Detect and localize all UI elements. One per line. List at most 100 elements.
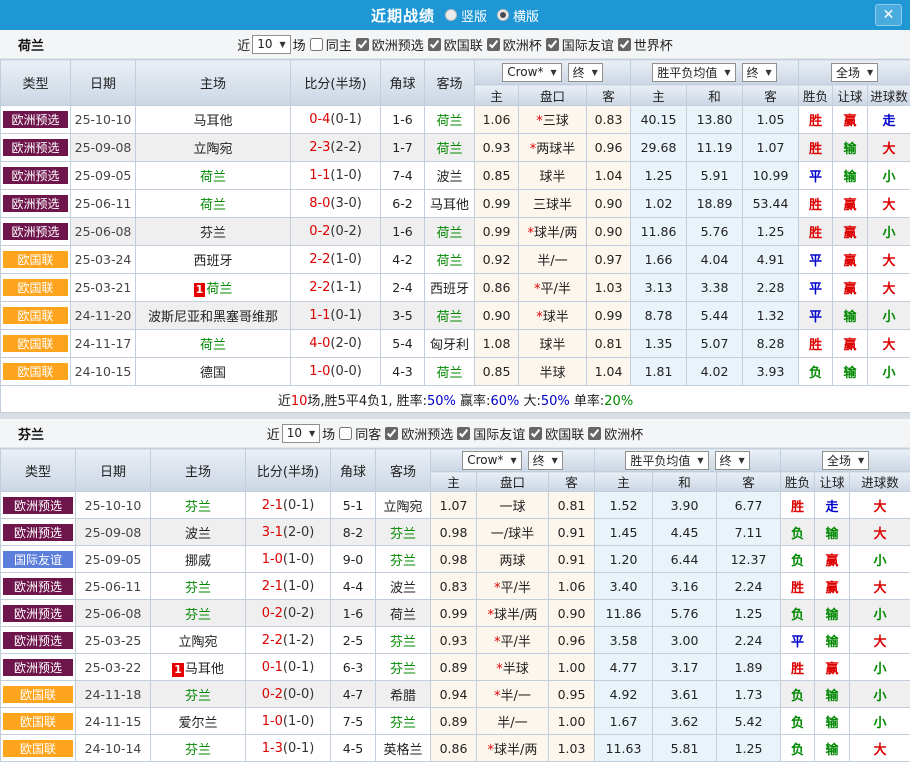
away-team-name: 荷兰 [436,142,462,157]
league-filter-checkbox[interactable] [457,427,470,440]
avg-draw-cell: 5.07 [687,330,743,358]
radio-vertical-icon[interactable] [445,9,457,21]
league-badge: 欧洲预选 [3,605,73,622]
odds-company-select[interactable]: Crow*▼ [462,451,521,470]
league-filter-checkbox[interactable] [428,38,441,51]
odds-home-cell: 0.99 [475,218,519,246]
odds-home-cell: 1.06 [475,106,519,134]
same-venue-checkbox[interactable] [310,38,323,51]
league-filter-checkbox[interactable] [588,427,601,440]
scope-select[interactable]: 全场▼ [822,451,869,470]
odds-away-cell: 0.91 [549,546,595,573]
col-header-5: 客场 [425,60,475,106]
result-goals-cell: 小 [868,302,910,330]
result-handicap-cell: 赢 [833,190,868,218]
result-goals-cell: 小 [850,654,910,681]
avg-draw-cell: 18.89 [687,190,743,218]
avg-type-select[interactable]: 胜平负均值▼ [652,63,735,82]
result-wdl-cell: 平 [799,162,833,190]
handicap-cell: *半球 [477,654,549,681]
away-team-cell: 立陶宛 [376,492,431,519]
league-filter-checkbox[interactable] [546,38,559,51]
odds-stage-select[interactable]: 终▼ [528,451,563,470]
avg-type-select-value: 胜平负均值 [657,64,717,81]
league-type-cell: 欧国联 [1,330,71,358]
match-count-select[interactable]: 10▼ [252,35,290,54]
result-goals-cell: 大 [850,519,910,546]
home-team-cell: 1马耳他 [151,654,246,681]
avg-stage-select[interactable]: 终▼ [742,63,777,82]
halftime-score: (1-2) [283,633,314,648]
avg-away-cell: 1.32 [743,302,799,330]
home-team-cell: 马耳他 [136,106,291,134]
fulltime-score: 3-1 [262,525,283,540]
rank-badge: 1 [172,663,184,677]
away-team-name: 英格兰 [383,743,422,758]
odds-home-cell: 0.99 [475,190,519,218]
result-goals-cell: 走 [868,106,910,134]
col-header-3: 比分(半场) [246,449,331,492]
corners-cell: 3-5 [381,302,425,330]
scope-select[interactable]: 全场▼ [831,63,878,82]
halftime-score: (2-2) [330,140,361,155]
odds-stage-select[interactable]: 终▼ [568,63,603,82]
avg-away-cell: 4.91 [743,246,799,274]
fulltime-score: 1-0 [309,364,330,379]
same-venue-checkbox[interactable] [339,427,352,440]
league-badge: 欧洲预选 [3,139,68,156]
halftime-score: (0-1) [283,741,314,756]
home-team-cell: 芬兰 [151,492,246,519]
match-count-select[interactable]: 10▼ [282,424,320,443]
halftime-score: (0-2) [283,606,314,621]
avg-type-select[interactable]: 胜平负均值▼ [625,451,708,470]
radio-horizontal[interactable]: 横版 [497,6,539,25]
score-cell: 2-1(0-1) [246,492,331,519]
odds-home-cell: 0.98 [431,546,477,573]
handicap-cell: *平/半 [477,573,549,600]
match-row: 欧国联24-11-17荷兰4-0(2-0)5-4匈牙利1.08球半0.811.3… [1,330,910,358]
away-team-name: 匈牙利 [430,338,469,353]
result-handicap-cell: 输 [815,627,850,654]
avg-home-cell: 4.77 [595,654,653,681]
corners-cell: 7-5 [331,708,376,735]
odds-away-cell: 1.03 [587,274,631,302]
home-team-name: 芬兰 [185,581,211,596]
home-team-cell: 芬兰 [151,573,246,600]
handicap-cell: *球半/两 [477,735,549,762]
radio-horizontal-icon[interactable] [497,9,509,21]
home-team-name: 荷兰 [200,338,226,353]
league-filter-checkbox[interactable] [487,38,500,51]
match-row: 欧国联24-11-20波斯尼亚和黑塞哥维那1-1(0-1)3-5荷兰0.90*球… [1,302,910,330]
league-filter-checkbox[interactable] [529,427,542,440]
league-filter-checkbox[interactable] [356,38,369,51]
date-cell: 25-06-11 [71,190,136,218]
league-type-cell: 欧国联 [1,708,76,735]
away-team-cell: 芬兰 [376,627,431,654]
result-handicap-cell: 输 [833,302,868,330]
league-filter-checkbox[interactable] [618,38,631,51]
handicap-cell: 球半 [519,330,587,358]
odds-company-select[interactable]: Crow*▼ [502,63,561,82]
home-team-cell: 波兰 [151,519,246,546]
league-type-cell: 欧国联 [1,735,76,762]
result-goals-cell: 小 [850,546,910,573]
avg-draw-cell: 3.62 [653,708,717,735]
league-type-cell: 国际友谊 [1,546,76,573]
league-filter-checkbox[interactable] [385,427,398,440]
away-team-cell: 芬兰 [376,654,431,681]
chevron-down-icon: ▼ [697,456,703,465]
avg-draw-cell: 5.91 [687,162,743,190]
odds-home-cell: 0.98 [431,519,477,546]
summary-part: 赢率: [456,394,491,409]
home-team-name: 挪威 [185,554,211,569]
radio-vertical[interactable]: 竖版 [445,6,487,25]
avg-home-cell: 11.86 [631,218,687,246]
result-wdl-cell: 平 [799,246,833,274]
close-button[interactable]: ✕ [875,4,902,26]
avg-home-cell: 3.13 [631,274,687,302]
league-badge: 欧洲预选 [3,223,68,240]
team-section: 荷兰近10▼场同主欧洲预选欧国联欧洲杯国际友谊世界杯类型日期主场比分(半场)角球… [0,30,910,413]
handicap-text: 半/一 [497,716,527,731]
result-wdl-cell: 胜 [781,492,815,519]
avg-stage-select[interactable]: 终▼ [715,451,750,470]
